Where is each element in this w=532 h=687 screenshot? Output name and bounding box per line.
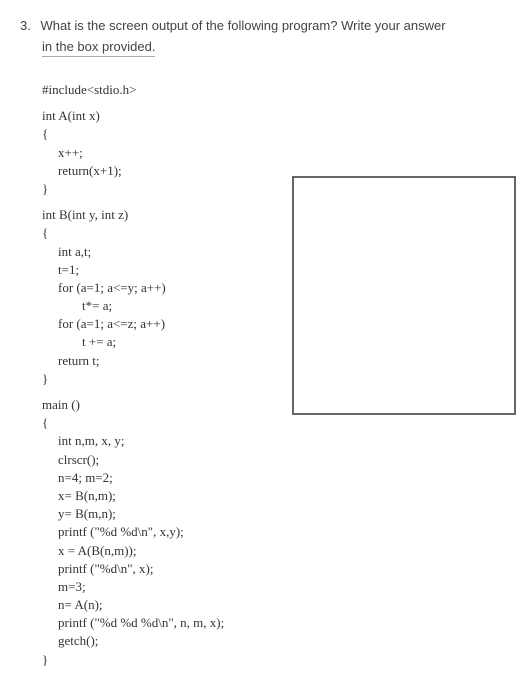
code-line: clrscr(); xyxy=(42,451,512,469)
answer-box xyxy=(292,176,516,415)
code-line: int A(int x) xyxy=(42,107,512,125)
code-line: printf ("%d\n", x); xyxy=(42,560,512,578)
code-line: int n,m, x, y; xyxy=(42,432,512,450)
question-sub: in the box provided. xyxy=(42,39,155,57)
question-header: 3. What is the screen output of the foll… xyxy=(20,18,512,33)
code-line: } xyxy=(42,651,512,669)
code-line: m=3; xyxy=(42,578,512,596)
code-line: x = A(B(n,m)); xyxy=(42,542,512,560)
code-line: x= B(n,m); xyxy=(42,487,512,505)
code-line: n= A(n); xyxy=(42,596,512,614)
code-line: x++; xyxy=(42,144,512,162)
code-line: #include<stdio.h> xyxy=(42,81,512,99)
code-line: printf ("%d %d %d\n", n, m, x); xyxy=(42,614,512,632)
question-text: What is the screen output of the followi… xyxy=(40,18,445,33)
code-line: printf ("%d %d\n", x,y); xyxy=(42,523,512,541)
code-line: y= B(m,n); xyxy=(42,505,512,523)
code-line: getch(); xyxy=(42,632,512,650)
code-line: { xyxy=(42,125,512,143)
code-block: #include<stdio.h> int A(int x) { x++; re… xyxy=(42,81,512,669)
code-line: { xyxy=(42,414,512,432)
code-line: n=4; m=2; xyxy=(42,469,512,487)
question-number: 3. xyxy=(20,18,31,33)
